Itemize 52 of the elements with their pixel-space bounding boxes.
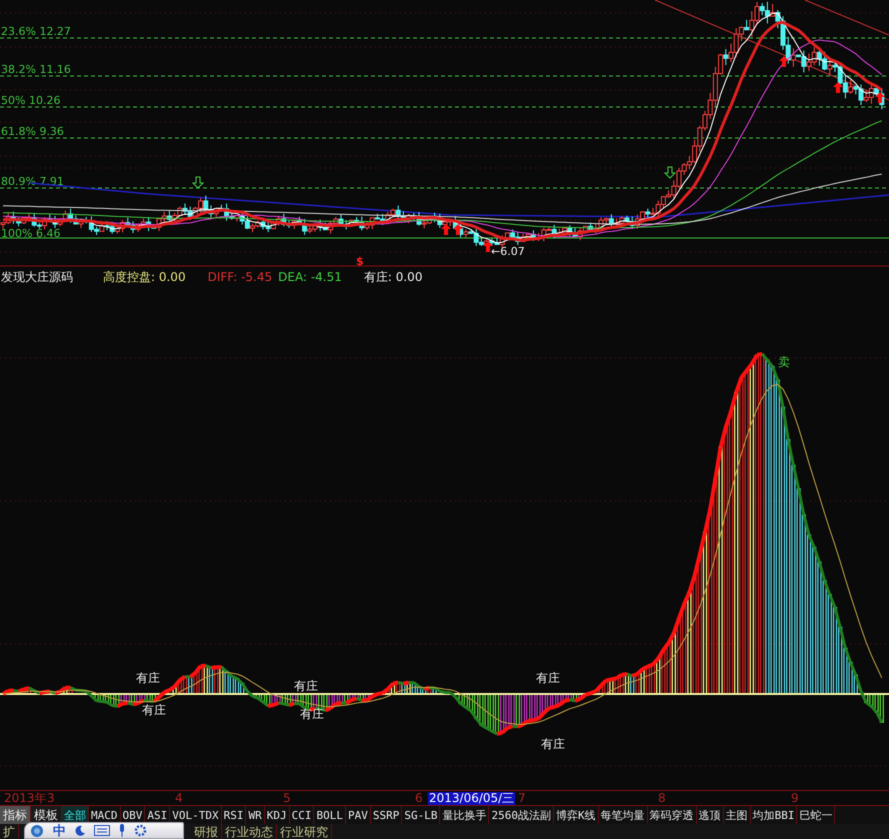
toolbar-button[interactable]: 指标: [0, 806, 31, 824]
indicator-tab[interactable]: 2560战法副: [489, 806, 554, 824]
annotation-label: 有庄: [136, 671, 160, 685]
annotation-label: 有庄: [536, 671, 560, 685]
fib-level-label: 23.6% 12.27: [1, 25, 71, 38]
annotation-label: 有庄: [300, 707, 324, 721]
time-axis-label: 3: [46, 792, 56, 805]
indicator-tab[interactable]: RSI: [222, 806, 246, 824]
annotation-label: 有庄: [142, 703, 166, 717]
indicator-tab[interactable]: 博弈K线: [554, 806, 599, 824]
indicator-title: 发现大庄源码: [1, 268, 74, 286]
indicator-tab[interactable]: SG-LB: [402, 806, 440, 824]
annotation-label: 有庄: [541, 737, 565, 751]
fib-level-label: 61.8% 9.36: [1, 125, 64, 138]
bottom-tab[interactable]: 研报: [191, 824, 222, 839]
indicator-tab[interactable]: 主图: [724, 806, 751, 824]
indicator-tab[interactable]: 均加BBI: [750, 806, 798, 824]
price-low-label: ←6.07: [491, 245, 525, 258]
time-axis-label: 9: [790, 792, 800, 805]
indicator-value: 有庄: 0.00: [364, 268, 422, 286]
bottom-tab[interactable]: 行业研究: [277, 824, 332, 839]
time-axis-label: 2013/06/05/三: [428, 792, 516, 805]
indicator-tab[interactable]: 每笔均量: [598, 806, 648, 824]
time-axis-label: 8: [657, 792, 667, 805]
time-axis-label: 6: [414, 792, 424, 805]
fib-level-label: 38.2% 11.16: [1, 63, 71, 76]
bottom-tab[interactable]: 行业动态: [222, 824, 277, 839]
time-axis-label: 4: [174, 792, 184, 805]
indicator-tab[interactable]: VOL-TDX: [170, 806, 222, 824]
indicator-tab[interactable]: 逃顶: [696, 806, 724, 824]
time-axis-label: 5: [282, 792, 292, 805]
indicator-value: 高度控盘: 0.00: [103, 268, 186, 286]
bottom-tab[interactable]: 扩: [0, 824, 19, 839]
indicator-tab[interactable]: 巳蛇一: [797, 806, 836, 824]
fib-level-label: 50% 10.26: [1, 94, 60, 107]
signal-marker: $: [356, 255, 364, 268]
indicator-tab[interactable]: WR: [246, 806, 265, 824]
indicator-tab[interactable]: KDJ: [264, 806, 290, 824]
time-axis-label: 2013年: [3, 792, 48, 805]
indicator-tab[interactable]: SSRP: [370, 806, 402, 824]
annotation-label: 有庄: [294, 679, 318, 693]
ime-toolbar[interactable]: 中: [24, 822, 184, 839]
indicator-tab[interactable]: 筹码穿透: [648, 806, 697, 824]
time-axis-label: 7: [517, 792, 527, 805]
indicator-value: DIFF: -5.45: [208, 270, 272, 284]
sell-label: 卖: [778, 355, 790, 369]
indicator-value: DEA: -4.51: [278, 270, 342, 284]
indicator-tab[interactable]: 量比换手: [440, 806, 490, 824]
ime-mode-label: 中: [53, 822, 66, 839]
indicator-tab[interactable]: BOLL: [314, 806, 346, 824]
indicator-tab[interactable]: CCI: [290, 806, 314, 824]
fib-level-label: 100% 6.46: [1, 227, 60, 240]
